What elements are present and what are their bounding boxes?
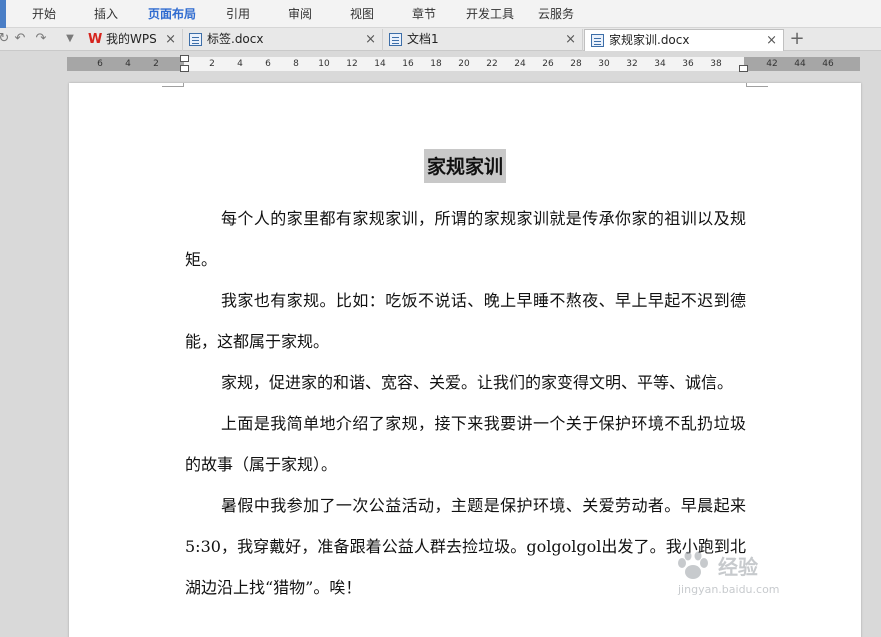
ruler-label: 4 [237, 59, 243, 69]
ruler-label: 6 [97, 59, 103, 69]
document-icon [189, 33, 202, 46]
menu-review[interactable]: 审阅 [288, 0, 312, 28]
tab-document1[interactable]: 文档1 × [383, 29, 583, 51]
tab-label: 文档1 [407, 32, 439, 46]
ruler-label: 16 [402, 59, 414, 69]
paragraph[interactable]: 每个人的家里都有家规家训，所谓的家规家训就是传承你家的祖训以及规矩。 [185, 198, 746, 280]
close-icon[interactable]: × [565, 29, 576, 50]
add-tab-button[interactable]: + [788, 28, 806, 50]
ruler-label: 18 [430, 59, 442, 69]
baidu-jingyan-watermark: 经验 jingyan.baidu.com [676, 545, 836, 605]
menu-references[interactable]: 引用 [226, 0, 250, 28]
menu-insert[interactable]: 插入 [94, 0, 118, 28]
menu-page-layout[interactable]: 页面布局 [148, 0, 196, 28]
close-icon[interactable]: × [365, 29, 376, 50]
document-tab-bar: ↻ ↶ ↷ ▼ W 我的WPS × 标签.docx × 文档1 × 家规家训.d… [0, 28, 881, 51]
dropdown-arrow-icon[interactable]: ▼ [62, 31, 78, 47]
horizontal-ruler[interactable]: 6 4 2 2 4 6 8 10 12 14 16 18 20 22 24 26… [67, 55, 860, 72]
first-line-indent-marker[interactable] [180, 55, 189, 62]
menu-developer-tools[interactable]: 开发工具 [466, 0, 514, 28]
ruler-label: 8 [293, 59, 299, 69]
margin-corner-mark [746, 83, 768, 87]
ruler-label: 28 [570, 59, 582, 69]
document-title[interactable]: 家规家训 [423, 149, 506, 183]
wps-logo-icon: W [88, 32, 103, 47]
ruler-label: 44 [794, 59, 806, 69]
paragraph[interactable]: 家规，促进家的和谐、宽容、关爱。让我们的家变得文明、平等、诚信。 [185, 362, 746, 403]
tab-label-docx[interactable]: 标签.docx × [183, 29, 383, 51]
ruler-label: 32 [626, 59, 638, 69]
redo-icon[interactable]: ↷ [33, 31, 49, 47]
ruler-label: 42 [766, 59, 778, 69]
ribbon-menu-bar: 开始 插入 页面布局 引用 审阅 视图 章节 开发工具 云服务 [0, 0, 881, 28]
menu-section[interactable]: 章节 [412, 0, 436, 28]
document-body[interactable]: 每个人的家里都有家规家训，所谓的家规家训就是传承你家的祖训以及规矩。 我家也有家… [185, 198, 746, 608]
ruler-label: 20 [458, 59, 470, 69]
paragraph[interactable]: 上面是我简单地介绍了家规，接下来我要讲一个关于保护环境不乱扔垃圾的故事（属于家规… [185, 403, 746, 485]
ruler-label: 6 [265, 59, 271, 69]
ruler-label: 22 [486, 59, 498, 69]
menu-view[interactable]: 视图 [350, 0, 374, 28]
watermark-text: 经验 [718, 555, 758, 579]
ruler-label: 30 [598, 59, 610, 69]
document-icon [389, 33, 402, 46]
ruler-area: 6 4 2 2 4 6 8 10 12 14 16 18 20 22 24 26… [0, 52, 881, 76]
ruler-label: 38 [710, 59, 722, 69]
ruler-label: 10 [318, 59, 330, 69]
tab-label: 我的WPS [106, 32, 157, 46]
wps-writer-window: 开始 插入 页面布局 引用 审阅 视图 章节 开发工具 云服务 ↻ ↶ ↷ ▼ … [0, 0, 881, 637]
ruler-label: 14 [374, 59, 386, 69]
baidu-paw-icon [678, 551, 708, 579]
menu-home[interactable]: 开始 [32, 0, 56, 28]
tab-label: 标签.docx [207, 32, 264, 46]
undo-icon[interactable]: ↶ [12, 31, 28, 47]
close-icon[interactable]: × [766, 30, 777, 51]
document-icon [591, 34, 604, 47]
ruler-label: 24 [514, 59, 526, 69]
ruler-label: 4 [125, 59, 131, 69]
tab-my-wps[interactable]: W 我的WPS × [82, 29, 183, 51]
left-indent-marker[interactable] [180, 65, 189, 72]
file-menu-accent[interactable] [0, 0, 6, 28]
ruler-label: 34 [654, 59, 666, 69]
title-container: 家规家训 [69, 149, 861, 183]
ruler-label: 46 [822, 59, 834, 69]
ruler-label: 2 [153, 59, 159, 69]
tab-label: 家规家训.docx [609, 33, 690, 47]
ruler-label: 36 [682, 59, 694, 69]
right-indent-marker[interactable] [739, 65, 748, 72]
tab-family-rules-docx[interactable]: 家规家训.docx × [584, 29, 784, 51]
paragraph[interactable]: 暑假中我参加了一次公益活动，主题是保护环境、关爱劳动者。早晨起来 5:30，我穿… [185, 485, 746, 608]
menu-cloud-service[interactable]: 云服务 [538, 0, 574, 28]
ruler-label: 2 [209, 59, 215, 69]
ruler-label: 12 [346, 59, 358, 69]
watermark-url: jingyan.baidu.com [678, 583, 780, 596]
margin-corner-mark [162, 83, 184, 87]
ruler-label: 26 [542, 59, 554, 69]
paragraph[interactable]: 我家也有家规。比如：吃饭不说话、晚上早睡不熬夜、早上早起不迟到德能，这都属于家规… [185, 280, 746, 362]
save-status-icon[interactable]: ↻ [0, 31, 12, 47]
close-icon[interactable]: × [165, 29, 176, 50]
